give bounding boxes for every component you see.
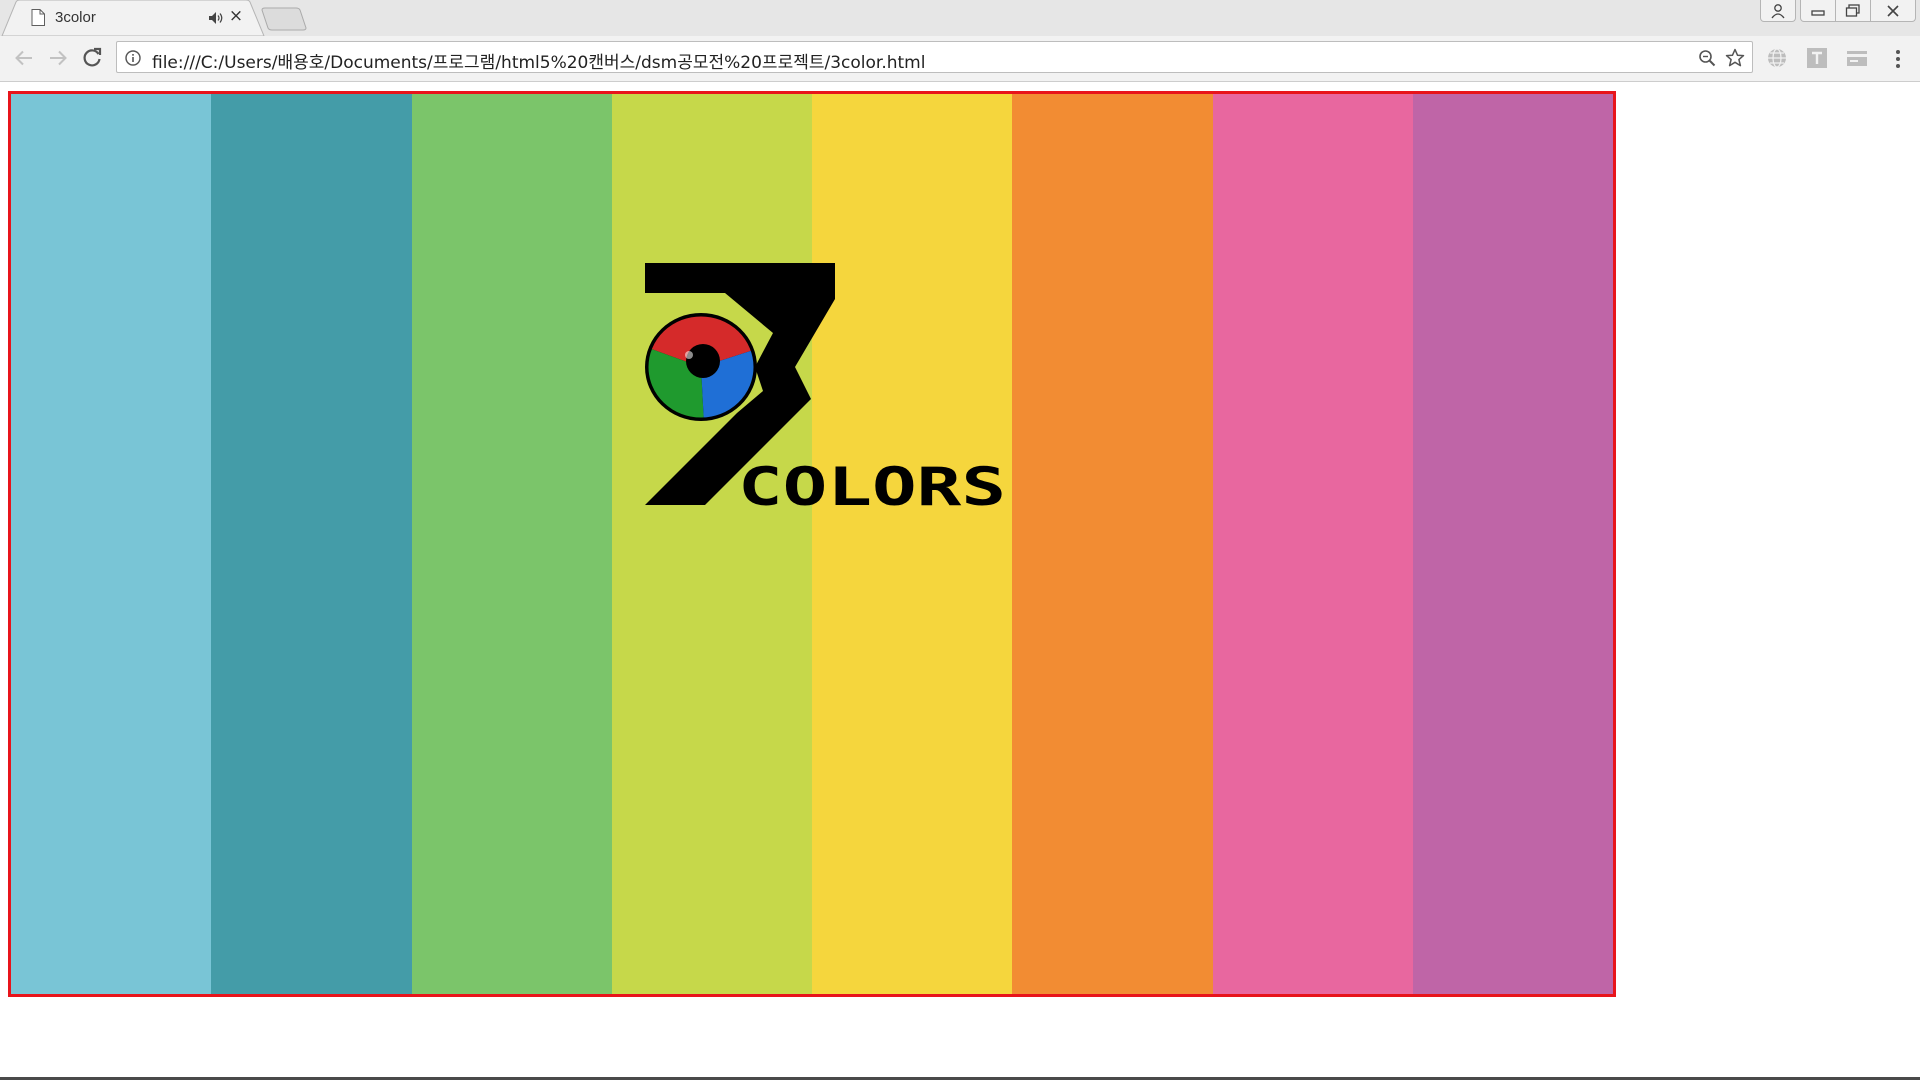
three-colors-logo: COLORS — [645, 263, 1006, 513]
color-stripe — [411, 94, 612, 994]
address-bar[interactable]: file:///C:/Users/배용호/Documents/프로그램/html… — [116, 41, 1753, 73]
color-canvas[interactable]: COLORS — [8, 91, 1616, 997]
profile-icon — [1771, 3, 1785, 18]
card-icon[interactable] — [1846, 47, 1868, 69]
new-tab-button[interactable] — [260, 6, 308, 32]
color-stripe — [812, 94, 1013, 994]
profile-button[interactable] — [1760, 0, 1796, 22]
minimize-button[interactable] — [1800, 0, 1836, 22]
close-icon — [1887, 4, 1899, 17]
forward-arrow-icon[interactable] — [46, 46, 70, 70]
logo-word: COLORS — [738, 457, 1006, 513]
maximize-icon — [1845, 3, 1860, 17]
star-icon[interactable] — [1725, 48, 1745, 68]
color-stripe — [1212, 94, 1413, 994]
globe-icon[interactable] — [1766, 47, 1788, 69]
color-stripe — [211, 94, 412, 994]
close-tab-button[interactable]: × — [228, 7, 244, 25]
speaker-icon[interactable] — [208, 11, 224, 25]
color-stripe — [1012, 94, 1213, 994]
zoom-icon[interactable] — [1698, 49, 1716, 67]
color-stripe — [611, 94, 812, 994]
minimize-icon — [1811, 9, 1825, 16]
t-icon[interactable] — [1806, 47, 1828, 69]
tab-strip: 3color × — [0, 0, 1920, 36]
close-window-button[interactable] — [1870, 0, 1916, 22]
maximize-button[interactable] — [1835, 0, 1871, 22]
reload-icon[interactable] — [80, 46, 104, 70]
color-stripes — [11, 94, 1613, 994]
info-icon[interactable] — [125, 50, 141, 66]
page-icon — [31, 9, 45, 26]
tab-title: 3color — [55, 9, 96, 26]
menu-icon[interactable] — [1888, 47, 1908, 71]
back-arrow-icon[interactable] — [12, 46, 36, 70]
color-stripe — [1412, 94, 1613, 994]
color-stripe — [11, 94, 212, 994]
url-text[interactable]: file:///C:/Users/배용호/Documents/프로그램/html… — [152, 48, 925, 73]
browser-toolbar: file:///C:/Users/배용호/Documents/프로그램/html… — [0, 36, 1920, 82]
